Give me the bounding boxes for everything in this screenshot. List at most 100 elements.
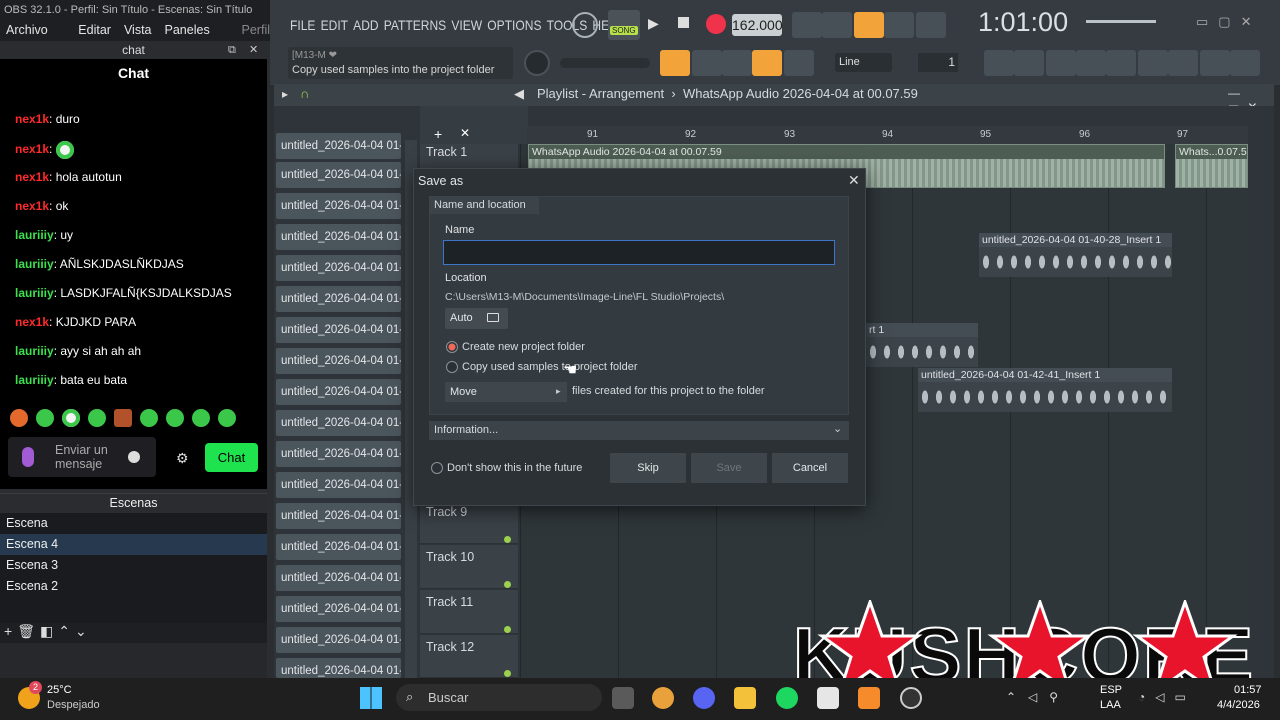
task-view-icon[interactable] <box>612 687 634 709</box>
step-edit-icon[interactable] <box>884 12 914 38</box>
pattern-item[interactable]: untitled_2026-04-04 01-... <box>276 255 401 281</box>
pattern-item[interactable]: untitled_2026-04-04 01-... <box>276 627 401 653</box>
spotify-icon[interactable] <box>776 687 798 709</box>
windows-start-icon[interactable] <box>360 687 382 709</box>
audio-clip[interactable]: Whats...0.07.59 <box>1175 144 1248 188</box>
pattern-item[interactable]: untitled_2026-04-04 01-... <box>276 565 401 591</box>
stamp-icon[interactable] <box>784 50 814 76</box>
fl-menu-options[interactable]: OPTIONS <box>487 12 541 38</box>
emote-icon[interactable] <box>166 409 184 427</box>
scene-item[interactable]: Escena 2 <box>0 576 267 597</box>
pattern-item[interactable]: untitled_2026-04-04 01-... <box>276 379 401 405</box>
emote-icon[interactable] <box>218 409 236 427</box>
chat-username[interactable]: nex1k <box>15 199 49 213</box>
menu-perfil[interactable]: Perfil <box>242 20 270 41</box>
blend-notes-icon[interactable] <box>916 12 946 38</box>
track-mute-led[interactable] <box>504 536 511 543</box>
fl-menu-file[interactable]: FILE <box>290 12 315 38</box>
move-files-select[interactable]: Move <box>445 382 567 402</box>
weather-temperature[interactable]: 25°C <box>47 684 72 696</box>
pattern-item[interactable]: untitled_2026-04-04 01-... <box>276 317 401 343</box>
copy-samples-radio[interactable] <box>446 361 458 373</box>
metronome-icon[interactable] <box>792 12 822 38</box>
arrow-up-icon[interactable]: ⌃ <box>58 623 75 639</box>
pattern-item[interactable]: untitled_2026-04-04 01-... <box>276 286 401 312</box>
track-mute-led[interactable] <box>504 581 511 588</box>
clock-date[interactable]: 4/4/2026 <box>1217 699 1260 711</box>
audio-clip[interactable]: untitled_2026-04-04 01-42-41_Insert 1 <box>918 368 1172 412</box>
emote-icon[interactable] <box>88 409 106 427</box>
chat-username[interactable]: lauriiiy <box>15 228 54 242</box>
countdown-icon[interactable] <box>854 12 884 38</box>
emote-icon[interactable] <box>140 409 158 427</box>
chevron-down-icon[interactable]: ⌄ <box>833 422 842 435</box>
fl-studio-icon[interactable] <box>858 687 880 709</box>
browser-icon[interactable] <box>1106 50 1136 76</box>
file-explorer-icon[interactable] <box>734 687 756 709</box>
snap-select[interactable]: Line <box>835 53 892 72</box>
play-icon[interactable]: ▶ <box>648 15 659 32</box>
undock-icon[interactable]: ⧉ <box>228 41 236 59</box>
close-icon[interactable]: ✕ <box>249 41 258 59</box>
emote-icon[interactable] <box>62 409 80 427</box>
audio-clip[interactable]: untitled_2026-04-04 01-40-28_Insert 1 <box>979 233 1172 277</box>
magnet-icon[interactable]: ∩ <box>300 86 309 101</box>
close-icon[interactable]: ✕ <box>848 172 860 189</box>
dont-show-label[interactable]: Don't show this in the future <box>447 462 582 474</box>
chat-username[interactable]: nex1k <box>15 170 49 184</box>
tempo-display[interactable]: 162.000 <box>732 14 783 36</box>
fl-menu-edit[interactable]: EDIT <box>321 12 348 38</box>
network-volume-battery-icons[interactable]: ◔◁▭ <box>1138 690 1196 704</box>
pattern-item[interactable]: untitled_2026-04-04 01-... <box>276 133 401 159</box>
chat-username[interactable]: nex1k <box>15 315 49 329</box>
keyboard-layout[interactable]: LAA <box>1100 699 1121 711</box>
scene-item-selected[interactable]: Escena 4 <box>0 534 267 555</box>
chat-username[interactable]: nex1k <box>15 112 49 126</box>
add-track-icon[interactable]: + <box>434 126 442 142</box>
arrow-down-icon[interactable]: ⌄ <box>75 623 92 639</box>
plug-icon[interactable] <box>1168 50 1198 76</box>
pattern-item[interactable]: untitled_2026-04-04 01-... <box>276 348 401 374</box>
pat-song-toggle[interactable]: SONG <box>608 10 640 40</box>
file-icon[interactable] <box>1138 50 1168 76</box>
pattern-item[interactable]: untitled_2026-04-04 01-... <box>276 441 401 467</box>
fl-menu-view[interactable]: VIEW <box>451 12 482 38</box>
fl-menu-add[interactable]: ADD <box>353 12 378 38</box>
stop-icon[interactable] <box>678 17 689 28</box>
audio-clip[interactable]: rt 1 <box>866 323 978 367</box>
wait-record-icon[interactable] <box>822 12 852 38</box>
pattern-item[interactable]: untitled_2026-04-04 01-... <box>276 658 401 678</box>
pattern-item[interactable]: untitled_2026-04-04 01-... <box>276 224 401 250</box>
taskbar-search[interactable]: Buscar <box>396 684 602 711</box>
pattern-item[interactable]: untitled_2026-04-04 01-... <box>276 596 401 622</box>
emote-icon[interactable] <box>114 409 132 427</box>
arrow-right-icon[interactable]: ▸ <box>282 87 288 101</box>
record-icon[interactable] <box>706 14 726 34</box>
dont-show-checkbox[interactable] <box>431 462 443 474</box>
chat-username[interactable]: lauriiiy <box>15 286 54 300</box>
folder-icon[interactable] <box>487 313 499 322</box>
menu-vista[interactable]: Vista <box>124 20 152 41</box>
step-field[interactable]: 1 <box>918 53 958 72</box>
copy-samples-label[interactable]: Copy used samples to project folder <box>462 361 637 373</box>
chrome-icon[interactable] <box>652 687 674 709</box>
trash-icon[interactable]: 🗑 <box>17 623 40 639</box>
discord-icon[interactable] <box>693 687 715 709</box>
emote-icon[interactable] <box>36 409 54 427</box>
master-pitch-knob[interactable] <box>524 50 550 76</box>
track-mute-led[interactable] <box>504 626 511 633</box>
pattern-item[interactable]: untitled_2026-04-04 01-... <box>276 503 401 529</box>
emoji-icon[interactable] <box>128 451 140 463</box>
skip-button[interactable]: Skip <box>610 453 686 483</box>
system-tray-icons[interactable]: ⌃◁⚲ <box>1006 690 1070 704</box>
scene-item[interactable]: Escena 3 <box>0 555 267 576</box>
filter-icon[interactable]: ◧ <box>40 623 58 639</box>
menu-editar[interactable]: Editar <box>78 20 111 41</box>
app-icon[interactable] <box>817 687 839 709</box>
save-button[interactable]: Save <box>691 453 767 483</box>
link-icon[interactable] <box>752 50 782 76</box>
pattern-item[interactable]: untitled_2026-04-04 01-... <box>276 534 401 560</box>
master-volume-slider[interactable] <box>1086 20 1156 23</box>
delete-track-icon[interactable]: ✕ <box>460 126 470 140</box>
obs-icon[interactable] <box>900 687 922 709</box>
